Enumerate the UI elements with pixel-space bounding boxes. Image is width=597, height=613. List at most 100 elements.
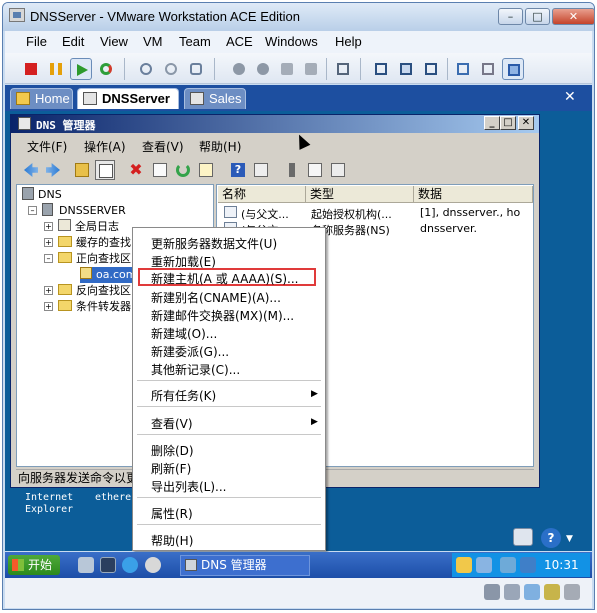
show-tree-icon[interactable] (95, 160, 115, 180)
suspend-button[interactable] (45, 58, 67, 80)
menu-help[interactable]: Help (335, 34, 362, 49)
dropdown-arrow-icon[interactable]: ▼ (566, 534, 573, 544)
sound-icon[interactable] (564, 584, 580, 600)
quick-launch-icon[interactable] (145, 557, 161, 573)
record-data[interactable]: dnsserver. (420, 222, 477, 235)
record-name[interactable]: (与父文... (241, 206, 289, 222)
dns-menu-view[interactable]: 查看(V) (142, 138, 184, 155)
dns-minimize-button[interactable]: _ (484, 116, 500, 130)
ctx-update-data-file[interactable]: 更新服务器数据文件(U) (151, 235, 277, 252)
properties-icon[interactable] (150, 160, 170, 180)
tray-volume-icon[interactable] (500, 557, 516, 573)
menu-windows[interactable]: Windows (265, 34, 318, 49)
filter-icon[interactable] (328, 160, 348, 180)
dns-menu-action[interactable]: 操作(A) (84, 138, 126, 155)
collapse-icon[interactable]: – (44, 254, 53, 263)
tray-vmware-tools-icon[interactable] (520, 557, 536, 573)
show-desktop-icon[interactable] (100, 557, 116, 573)
expand-icon[interactable]: + (44, 222, 53, 231)
tree-item-forward-zones[interactable]: – 正向查找区 (44, 251, 131, 267)
usb-icon[interactable] (544, 584, 560, 600)
start-button[interactable]: 开始 (8, 555, 60, 575)
ctx-export-list[interactable]: 导出列表(L)... (151, 478, 227, 495)
menu-team[interactable]: Team (179, 34, 211, 49)
tree-item-global-logs[interactable]: + 全局日志 (44, 219, 119, 235)
tray-network-icon[interactable] (456, 557, 472, 573)
menu-view[interactable]: View (100, 34, 128, 49)
desktop-icon-label[interactable]: Internet (25, 492, 73, 503)
tab-dnsserver[interactable]: DNSServer (77, 88, 179, 109)
virtual-keyboard-icon[interactable] (513, 528, 533, 546)
team-power-icon[interactable] (252, 58, 274, 80)
menu-vm[interactable]: VM (143, 34, 163, 49)
reset-icon[interactable] (95, 58, 117, 80)
revert-snapshot-icon[interactable] (160, 58, 182, 80)
internet-explorer-icon[interactable] (122, 557, 138, 573)
maximize-button[interactable]: □ (525, 8, 550, 25)
unity-icon[interactable] (420, 58, 442, 80)
tab-home[interactable]: Home (10, 88, 73, 109)
ctx-other-new-records[interactable]: 其他新记录(C)... (151, 361, 240, 378)
show-console-icon[interactable] (452, 58, 474, 80)
dns-maximize-button[interactable]: □ (500, 116, 516, 130)
back-icon[interactable] (21, 160, 41, 180)
network-adapter-icon[interactable] (524, 584, 540, 600)
tree-item-dns[interactable]: DNS (22, 187, 62, 203)
collapse-icon[interactable]: – (28, 206, 37, 215)
summary-view-icon[interactable] (477, 58, 499, 80)
action-pane-icon[interactable] (251, 160, 271, 180)
menu-ace[interactable]: ACE (226, 34, 253, 49)
taskbar-dns-manager[interactable]: DNS 管理器 (180, 555, 310, 576)
server-manager-icon[interactable] (78, 557, 94, 573)
ctx-new-alias[interactable]: 新建别名(CNAME)(A)... (151, 289, 281, 306)
column-header-data[interactable]: 数据 (414, 186, 533, 203)
column-header-type[interactable]: 类型 (306, 186, 414, 203)
ctx-all-tasks[interactable]: 所有任务(K) (151, 387, 216, 404)
expand-icon[interactable]: + (44, 286, 53, 295)
up-level-icon[interactable] (72, 160, 92, 180)
team-settings-icon[interactable] (300, 58, 322, 80)
menu-edit[interactable]: Edit (62, 34, 84, 49)
hard-disk-icon[interactable] (484, 584, 500, 600)
dns-close-button[interactable]: ✕ (518, 116, 534, 130)
close-tab-icon[interactable]: ✕ (564, 89, 576, 105)
server-icon[interactable] (282, 160, 302, 180)
ctx-new-host[interactable]: 新建主机(A 或 AAAA)(S)... (151, 270, 298, 287)
minimize-button[interactable]: – (498, 8, 523, 25)
full-screen-icon[interactable] (395, 58, 417, 80)
ctx-new-delegation[interactable]: 新建委派(G)... (151, 343, 229, 360)
forward-icon[interactable] (43, 160, 63, 180)
tree-item-cached-lookups[interactable]: + 缓存的查找 (44, 235, 131, 251)
send-ctrl-alt-del-icon[interactable] (332, 58, 354, 80)
tray-monitor-icon[interactable] (476, 557, 492, 573)
expand-icon[interactable]: + (44, 302, 53, 311)
column-header-name[interactable]: 名称 (218, 186, 306, 203)
cd-rom-icon[interactable] (504, 584, 520, 600)
desktop-icon-label[interactable]: Explorer (25, 504, 73, 515)
dns-menu-file[interactable]: 文件(F) (27, 138, 67, 155)
ctx-new-mail-exchanger[interactable]: 新建邮件交换器(MX)(M)... (151, 307, 294, 324)
close-button[interactable]: ✕ (552, 8, 595, 25)
tab-sales[interactable]: Sales (184, 88, 246, 109)
power-off-button[interactable] (20, 58, 42, 80)
export-list-icon[interactable] (196, 160, 216, 180)
expand-icon[interactable]: + (44, 238, 53, 247)
menu-file[interactable]: File (26, 34, 47, 49)
help-icon[interactable]: ? (541, 528, 561, 548)
dns-menu-help[interactable]: 帮助(H) (199, 138, 241, 155)
quick-switch-icon[interactable] (370, 58, 392, 80)
log-icon[interactable] (305, 160, 325, 180)
tree-item-conditional-forwarders[interactable]: + 条件转发器 (44, 299, 131, 315)
record-data[interactable]: [1], dnsserver., ho (420, 206, 520, 219)
console-view-icon[interactable] (502, 58, 524, 80)
ctx-help[interactable]: 帮助(H) (151, 532, 193, 549)
record-type[interactable]: 起始授权机构(... (311, 206, 392, 222)
delete-icon[interactable]: ✖ (126, 160, 146, 180)
ctx-view[interactable]: 查看(V) (151, 415, 193, 432)
help-icon[interactable]: ? (228, 160, 248, 180)
power-on-button[interactable] (70, 58, 92, 80)
ctx-delete[interactable]: 删除(D) (151, 442, 194, 459)
tree-item-reverse-zones[interactable]: + 反向查找区 (44, 283, 131, 299)
ctx-properties[interactable]: 属性(R) (151, 505, 193, 522)
team-suspend-icon[interactable] (276, 58, 298, 80)
